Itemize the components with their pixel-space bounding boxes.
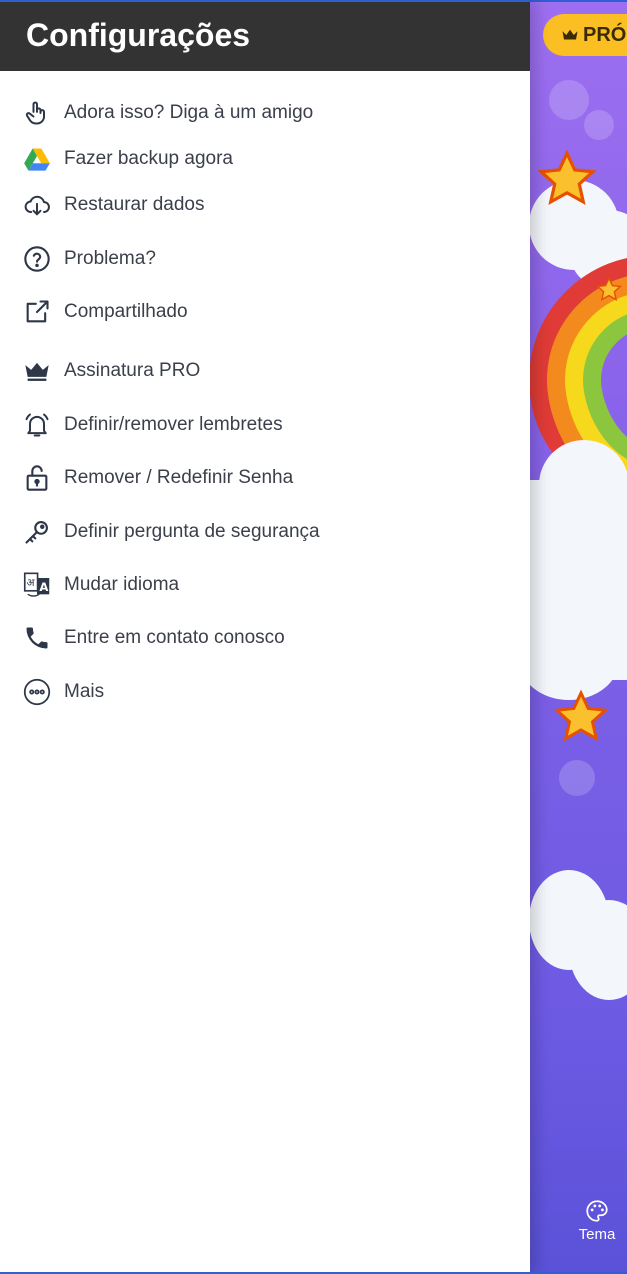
cloud (539, 440, 627, 530)
menu-item-label: Mais (64, 681, 105, 702)
theme-button-label: Tema (578, 1226, 616, 1243)
menu-item-problem[interactable]: Problema? (0, 237, 530, 281)
menu-item-share[interactable]: Compartilhado (0, 290, 530, 334)
menu-item-tell-a-friend[interactable]: Adora isso? Diga à um amigo (0, 91, 530, 135)
menu-item-label: Definir/remover lembretes (64, 414, 283, 435)
svg-text:अ: अ (27, 577, 36, 589)
bubble (549, 80, 589, 120)
menu-item-backup-now[interactable]: Fazer backup agora (0, 137, 530, 181)
alarm-bell-icon (23, 411, 51, 439)
google-drive-icon (23, 145, 51, 173)
menu-item-language[interactable]: अ A Mudar idioma (0, 563, 530, 607)
top-accent-line (529, 0, 627, 2)
crown-icon (562, 29, 578, 40)
pro-button-label: PRÓ (583, 23, 627, 46)
star-icon (537, 149, 597, 206)
background-app: PRÓ Tema (529, 0, 627, 1274)
menu-item-more[interactable]: Mais (0, 670, 530, 714)
theme-button[interactable]: Tema (569, 1198, 625, 1243)
cloud-download-icon (23, 191, 51, 219)
menu-item-label: Fazer backup agora (64, 148, 233, 169)
menu-item-label: Definir pergunta de segurança (64, 521, 320, 542)
pro-button[interactable]: PRÓ (543, 14, 627, 56)
share-icon (23, 298, 51, 326)
translate-icon: अ A (23, 571, 51, 599)
key-icon (23, 518, 51, 546)
menu-item-label: Entre em contato conosco (64, 627, 285, 648)
more-circle-icon (23, 678, 51, 706)
menu-item-label: Remover / Redefinir Senha (64, 467, 294, 488)
svg-text:A: A (39, 580, 48, 594)
lock-icon (23, 464, 51, 492)
menu-item-label: Assinatura PRO (64, 360, 201, 381)
menu-item-reminders[interactable]: Definir/remover lembretes (0, 403, 530, 447)
bubble (584, 110, 614, 140)
drawer-header: Configurações (0, 0, 530, 71)
star-icon (596, 276, 622, 301)
palette-icon (586, 1200, 608, 1222)
menu-item-security-question[interactable]: Definir pergunta de segurança (0, 510, 530, 554)
menu-item-contact-us[interactable]: Entre em contato conosco (0, 616, 530, 660)
menu-item-label: Mudar idioma (64, 574, 180, 595)
phone-icon (23, 624, 51, 652)
menu-item-label: Problema? (64, 248, 156, 269)
menu-item-label: Restaurar dados (64, 194, 205, 215)
menu-item-restore-data[interactable]: Restaurar dados (0, 183, 530, 227)
question-circle-icon (23, 245, 51, 273)
crown-icon (23, 357, 51, 385)
drawer-title: Configurações (26, 17, 251, 53)
menu-item-label: Adora isso? Diga à um amigo (64, 102, 314, 123)
menu-item-pro-subscription[interactable]: Assinatura PRO (0, 349, 530, 393)
settings-drawer: Configurações Adora isso? Diga à um amig… (0, 0, 530, 1274)
bubble (559, 760, 595, 796)
menu-item-password[interactable]: Remover / Redefinir Senha (0, 456, 530, 500)
star-icon (553, 689, 609, 742)
hand-pointer-icon (23, 99, 51, 127)
menu-item-label: Compartilhado (64, 301, 188, 322)
